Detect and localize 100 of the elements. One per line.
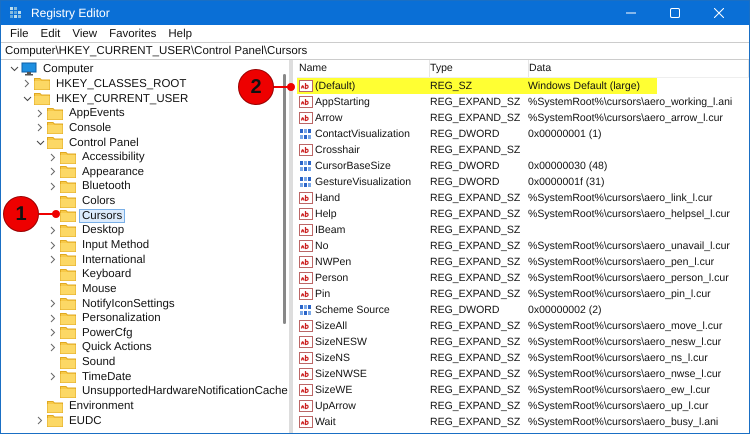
- folder-icon: [34, 92, 50, 106]
- value-name[interactable]: Help: [315, 208, 337, 220]
- folder-icon: [60, 384, 76, 398]
- value-name[interactable]: Person: [315, 272, 348, 284]
- chevron-right-icon[interactable]: [50, 255, 56, 264]
- string-value-icon: [299, 224, 313, 236]
- value-name[interactable]: Crosshair: [315, 144, 360, 156]
- value-type: REG_DWORD: [430, 304, 500, 316]
- tree-item[interactable]: UnsupportedHardwareNotificationCache: [79, 384, 289, 398]
- folder-icon: [60, 268, 76, 281]
- column-header[interactable]: Type: [430, 60, 529, 77]
- value-name[interactable]: SizeNWSE: [315, 368, 367, 380]
- chevron-right-icon[interactable]: [37, 108, 43, 118]
- value-name[interactable]: SizeWE: [315, 384, 352, 396]
- menu-item[interactable]: Help: [162, 28, 198, 40]
- tree-item[interactable]: Personalization: [79, 311, 164, 326]
- tree-item[interactable]: Console: [66, 120, 114, 135]
- highlighted-row[interactable]: (Default) REG_SZ Windows Default (large): [297, 78, 657, 94]
- scrollbar[interactable]: [283, 74, 286, 324]
- close-icon[interactable]: [714, 8, 724, 18]
- chevron-right-icon[interactable]: [50, 226, 56, 235]
- chevron-right-icon[interactable]: [50, 182, 56, 191]
- tree-item[interactable]: Environment: [66, 399, 137, 414]
- tree-item[interactable]: HKEY_CURRENT_USER: [53, 92, 192, 106]
- value-name[interactable]: Arrow: [315, 112, 342, 124]
- address-bar[interactable]: Computer\HKEY_CURRENT_USER\Control Panel\Cursors: [1, 42, 749, 60]
- value-data: %SystemRoot%\cursors\aero_helpsel_l.cur: [528, 208, 731, 220]
- menu-item[interactable]: Favorites: [103, 28, 162, 40]
- folder-icon: [60, 370, 76, 384]
- value-name[interactable]: SizeAll: [315, 320, 348, 332]
- folder-icon: [60, 180, 76, 193]
- value-name[interactable]: (Default): [315, 80, 356, 92]
- value-name[interactable]: Wait: [315, 416, 336, 428]
- string-value-icon: [299, 208, 313, 220]
- tree-item[interactable]: Sound: [79, 355, 118, 370]
- tree-item[interactable]: Input Method: [79, 238, 152, 252]
- tree-item[interactable]: AppEvents: [66, 106, 128, 120]
- value-name[interactable]: UpArrow: [315, 400, 356, 412]
- chevron-right-icon[interactable]: [50, 372, 56, 382]
- string-value-icon: [299, 336, 313, 348]
- chevron-right-icon[interactable]: [24, 79, 30, 88]
- tree-item[interactable]: Bluetooth: [79, 179, 134, 194]
- tree-item[interactable]: NotifyIconSettings: [79, 296, 178, 311]
- value-name[interactable]: SizeNS: [315, 352, 350, 364]
- value-name[interactable]: SizeNESW: [315, 336, 367, 348]
- folder-icon: [47, 106, 63, 120]
- chevron-right-icon[interactable]: [50, 299, 56, 308]
- menu-item[interactable]: File: [4, 28, 35, 40]
- value-name[interactable]: NWPen: [315, 256, 352, 268]
- column-header[interactable]: Name: [297, 60, 430, 77]
- chevron-right-icon[interactable]: [37, 416, 43, 426]
- chevron-down-icon[interactable]: [22, 96, 32, 102]
- value-name[interactable]: Scheme Source: [315, 304, 390, 316]
- tree-item[interactable]: PowerCfg: [79, 326, 136, 340]
- column-header[interactable]: Data: [529, 60, 749, 77]
- menu-item[interactable]: View: [66, 28, 104, 40]
- value-name[interactable]: No: [315, 240, 328, 252]
- string-value-icon: [299, 80, 313, 92]
- tree-item[interactable]: Desktop: [79, 223, 128, 238]
- string-value-icon: [299, 96, 313, 108]
- folder-icon: [60, 282, 76, 296]
- value-name[interactable]: ContactVisualization: [315, 128, 410, 140]
- chevron-right-icon[interactable]: [50, 167, 56, 176]
- tree-item[interactable]: Accessibility: [79, 150, 148, 164]
- tree-item[interactable]: TimeDate: [79, 370, 134, 384]
- value-name[interactable]: CursorBaseSize: [315, 160, 391, 172]
- menu-item[interactable]: Edit: [34, 28, 66, 40]
- tree-item[interactable]: Cursors: [79, 208, 126, 223]
- tree-item[interactable]: Keyboard: [79, 267, 134, 282]
- tree-item[interactable]: Computer: [40, 62, 96, 76]
- value-name[interactable]: GestureVisualization: [315, 176, 412, 188]
- tree-item[interactable]: Colors: [79, 194, 118, 208]
- value-type: REG_EXPAND_SZ: [430, 272, 522, 284]
- computer-icon: [21, 62, 37, 76]
- chevron-right-icon[interactable]: [50, 152, 56, 162]
- value-name[interactable]: AppStarting: [315, 96, 370, 108]
- value-name[interactable]: Pin: [315, 288, 330, 300]
- chevron-down-icon[interactable]: [36, 140, 44, 146]
- tree-item[interactable]: EUDC: [66, 414, 105, 428]
- chevron-right-icon[interactable]: [37, 123, 43, 132]
- folder-icon: [60, 209, 76, 222]
- tree-item[interactable]: Control Panel: [66, 136, 142, 150]
- value-name[interactable]: Hand: [315, 192, 340, 204]
- tree-item[interactable]: HKEY_CLASSES_ROOT: [53, 76, 190, 91]
- chevron-right-icon[interactable]: [50, 342, 56, 352]
- string-value-icon: [299, 288, 313, 300]
- value-data: %SystemRoot%\cursors\aero_unavail_l.cur: [528, 240, 731, 252]
- chevron-down-icon[interactable]: [10, 66, 18, 72]
- value-type: REG_EXPAND_SZ: [430, 416, 522, 428]
- chevron-right-icon[interactable]: [50, 314, 56, 323]
- tree-item[interactable]: International: [79, 252, 148, 267]
- string-value-icon: [299, 112, 313, 124]
- tree-item[interactable]: Appearance: [79, 164, 148, 179]
- value-name[interactable]: IBeam: [315, 224, 346, 236]
- maximize-icon[interactable]: [670, 8, 680, 18]
- chevron-right-icon[interactable]: [50, 240, 56, 250]
- value-type: REG_EXPAND_SZ: [430, 192, 522, 204]
- tree-item[interactable]: Quick Actions: [79, 340, 155, 354]
- chevron-right-icon[interactable]: [50, 328, 56, 338]
- tree-item[interactable]: Mouse: [79, 282, 120, 296]
